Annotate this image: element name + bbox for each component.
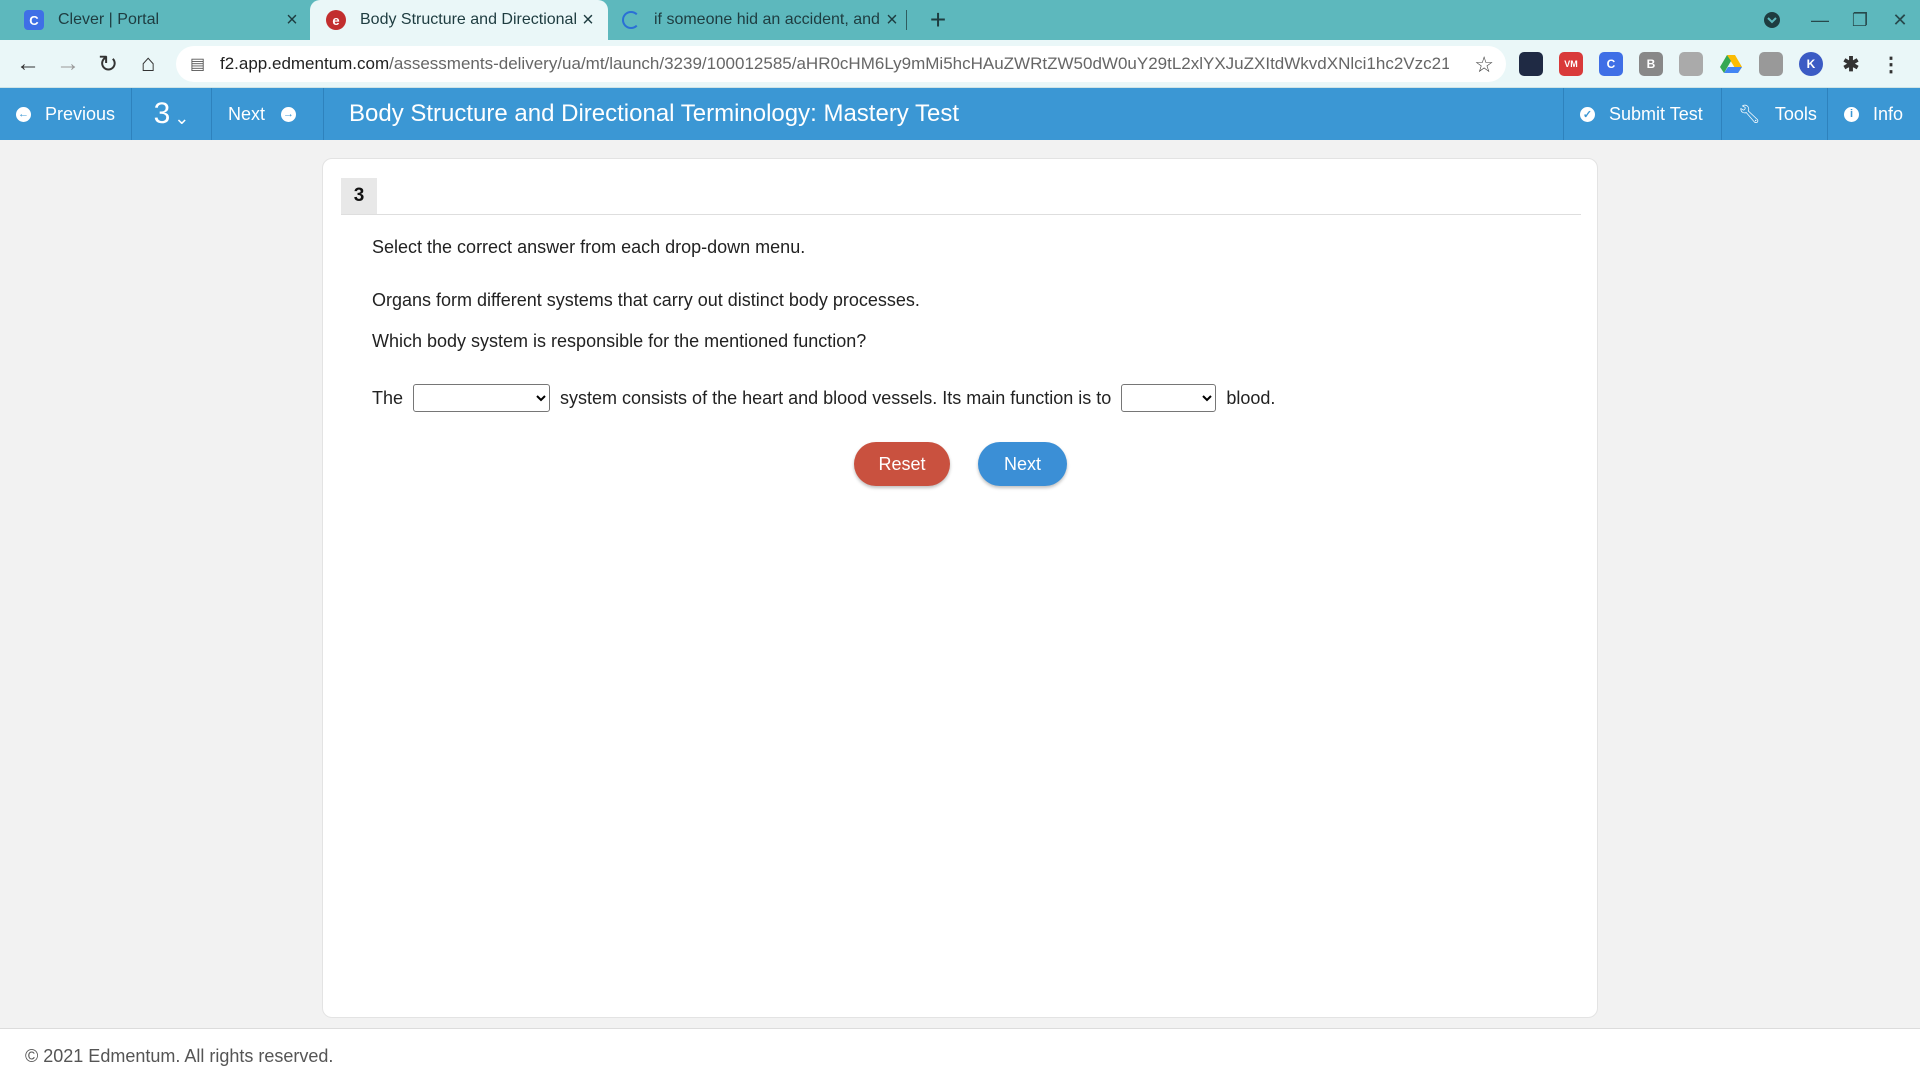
restore-icon[interactable]: ❐ <box>1845 6 1875 34</box>
close-tab-icon[interactable]: × <box>280 8 304 32</box>
info-button[interactable]: i Info <box>1827 88 1920 140</box>
tab-title: Body Structure and Directional Terminolo… <box>360 11 576 28</box>
chevron-down-icon: ⌄ <box>174 107 190 128</box>
close-window-icon[interactable]: ✕ <box>1885 6 1915 34</box>
bookmark-star-icon[interactable]: ☆ <box>1474 52 1494 78</box>
home-icon[interactable]: ⌂ <box>132 48 164 80</box>
site-info-icon[interactable]: ▤ <box>190 54 212 74</box>
browser-tab-mastery-test[interactable]: e Body Structure and Directional Termino… <box>310 0 608 40</box>
minimize-icon[interactable]: — <box>1805 6 1835 34</box>
url-host: f2.app.edmentum.com <box>220 54 390 73</box>
body-system-dropdown[interactable] <box>413 384 551 412</box>
test-header-bar: ← Previous 3 ⌄ Next → Body Structure and… <box>0 88 1920 140</box>
next-label: Next <box>228 103 266 124</box>
clever-favicon-icon: C <box>24 10 44 30</box>
google-drive-icon[interactable] <box>1719 52 1743 76</box>
question-context: Organs form different systems that carry… <box>372 290 920 310</box>
reload-icon[interactable]: ↻ <box>92 48 124 80</box>
extension-vm-icon[interactable]: VM <box>1559 52 1583 76</box>
browser-tab-bar: C Clever | Portal × e Body Structure and… <box>0 0 1920 40</box>
previous-label: Previous <box>45 103 116 124</box>
arrow-left-circle-icon: ← <box>16 106 31 122</box>
back-icon[interactable]: ← <box>12 48 44 80</box>
next-button[interactable]: Next <box>978 442 1067 486</box>
extension-b-icon[interactable]: B <box>1639 52 1663 76</box>
info-label: Info <box>1873 103 1904 124</box>
tab-title: if someone hid an accident, and ... <box>654 11 880 28</box>
close-tab-icon[interactable]: × <box>576 8 600 32</box>
page-footer: © 2021 Edmentum. All rights reserved. <box>0 1028 1920 1080</box>
extension-1-icon[interactable] <box>1519 52 1543 76</box>
question-number-dropdown[interactable]: 3 ⌄ <box>132 88 212 140</box>
copyright-text: © 2021 Edmentum. All rights reserved. <box>25 1046 334 1066</box>
tab-title: Clever | Portal <box>58 11 160 28</box>
wrench-icon: 🔧︎ <box>1738 103 1761 124</box>
extension-clever-icon[interactable]: C <box>1599 52 1623 76</box>
sentence-start: The <box>372 387 404 408</box>
question-number-badge: 3 <box>341 178 377 214</box>
question-instruction: Select the correct answer from each drop… <box>372 237 806 257</box>
forward-icon[interactable]: → <box>52 48 84 80</box>
question-card: 3 Select the correct answer from each dr… <box>322 158 1598 1018</box>
submit-label: Submit Test <box>1609 103 1703 124</box>
sentence-end: blood. <box>1226 387 1276 408</box>
extension-k-icon[interactable]: K <box>1799 52 1823 76</box>
tab-search-icon[interactable] <box>1757 6 1787 34</box>
info-circle-icon: i <box>1844 106 1859 122</box>
close-tab-icon[interactable]: × <box>880 8 904 32</box>
question-prompt: Which body system is responsible for the… <box>372 331 867 351</box>
address-bar[interactable]: ▤ f2.app.edmentum.com /assessments-deliv… <box>176 46 1506 82</box>
tools-button[interactable]: 🔧︎ Tools <box>1721 88 1827 140</box>
divider <box>341 214 1581 215</box>
browser-toolbar: ← → ↻ ⌂ ▤ f2.app.edmentum.com /assessmen… <box>0 40 1920 88</box>
tools-label: Tools <box>1774 103 1817 124</box>
function-dropdown[interactable] <box>1121 384 1217 412</box>
edmentum-favicon-icon: e <box>326 10 346 30</box>
arrow-right-circle-icon: → <box>281 106 297 122</box>
page-title: Body Structure and Directional Terminolo… <box>349 100 960 127</box>
browser-tab-clever[interactable]: C Clever | Portal × <box>24 0 304 40</box>
extensions-puzzle-icon[interactable]: ✱ <box>1839 52 1863 76</box>
new-tab-plus-icon[interactable]: + <box>922 4 954 36</box>
extension-5-icon[interactable] <box>1679 52 1703 76</box>
extension-7-icon[interactable] <box>1759 52 1783 76</box>
loading-spinner-icon <box>622 11 640 29</box>
previous-button[interactable]: ← Previous <box>0 88 132 140</box>
answer-sentence: The system consists of the heart and blo… <box>372 382 1275 414</box>
question-number: 3 <box>153 97 171 130</box>
url-path: /assessments-delivery/ua/mt/launch/3239/… <box>389 54 1450 73</box>
checkmark-circle-icon: ✓ <box>1580 106 1595 122</box>
header-next-button[interactable]: Next → <box>212 88 324 140</box>
tab-separator <box>906 10 907 30</box>
submit-test-button[interactable]: ✓ Submit Test <box>1563 88 1721 140</box>
sentence-middle: system consists of the heart and blood v… <box>560 387 1112 408</box>
reset-button[interactable]: Reset <box>854 442 950 486</box>
browser-tab-search[interactable]: if someone hid an accident, and ... × <box>622 0 904 40</box>
browser-menu-icon[interactable]: ⋮ <box>1879 52 1903 76</box>
